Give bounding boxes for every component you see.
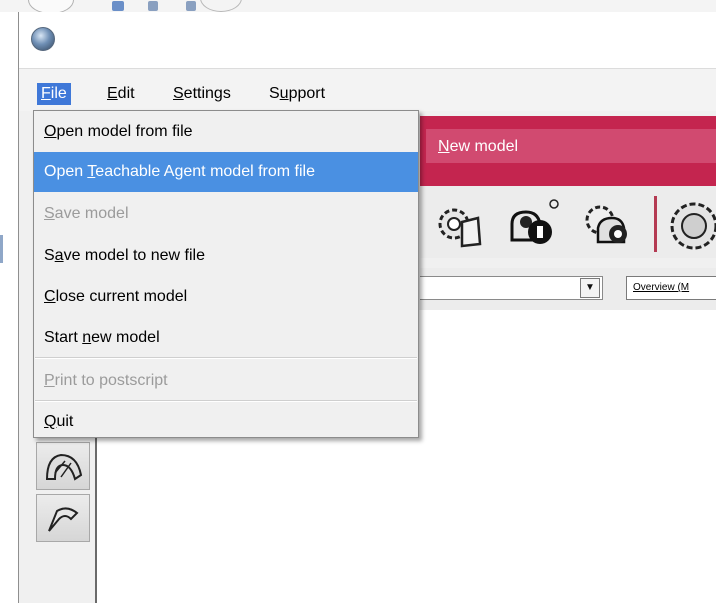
flag-tool-icon[interactable] <box>36 494 90 542</box>
window-edge-marker <box>0 235 3 263</box>
quick-redo-icon <box>186 1 196 11</box>
menu-start-new-model[interactable]: Start new model <box>34 318 418 358</box>
file-dropdown-menu: Open model from file Open Teachable Agen… <box>33 110 419 438</box>
model-select[interactable] <box>420 276 603 300</box>
menu-settings[interactable]: Settings <box>169 83 235 105</box>
shell-tool-icon[interactable] <box>36 442 90 490</box>
menu-print-postscript: Print to postscript <box>44 372 168 389</box>
menu-separator <box>35 357 417 359</box>
menu-open-model[interactable]: Open model from file <box>34 112 418 152</box>
globe-gear-icon[interactable] <box>662 196 716 254</box>
outer-window-strip <box>0 0 716 12</box>
view-select[interactable]: Overview (M <box>626 276 716 300</box>
menu-open-teachable-agent[interactable]: Open Teachable Agent model from file <box>34 152 418 192</box>
quick-undo-icon <box>148 1 158 11</box>
menu-quit[interactable]: Quit <box>34 402 418 442</box>
toolbar-separator <box>654 196 657 252</box>
gear-open-icon[interactable] <box>428 196 486 254</box>
title-bar <box>19 12 716 68</box>
menu-save-model: Save model <box>44 205 129 222</box>
quick-save-icon <box>112 1 124 11</box>
menu-edit[interactable]: Edit <box>103 83 139 105</box>
agent-info-icon[interactable] <box>502 196 560 254</box>
menu-support[interactable]: Support <box>265 83 329 105</box>
menu-save-model-new-file[interactable]: Save model to new file <box>34 236 418 276</box>
globe-icon[interactable] <box>31 27 55 51</box>
menu-close-current-model[interactable]: Close current model <box>34 277 418 317</box>
chevron-down-icon[interactable]: ▼ <box>580 278 600 298</box>
menu-bar: File Edit Settings Support <box>19 68 716 111</box>
menu-file[interactable]: File <box>37 83 71 105</box>
gear-agent-icon[interactable] <box>578 196 636 254</box>
tab-new-model-label: New model <box>438 138 519 155</box>
